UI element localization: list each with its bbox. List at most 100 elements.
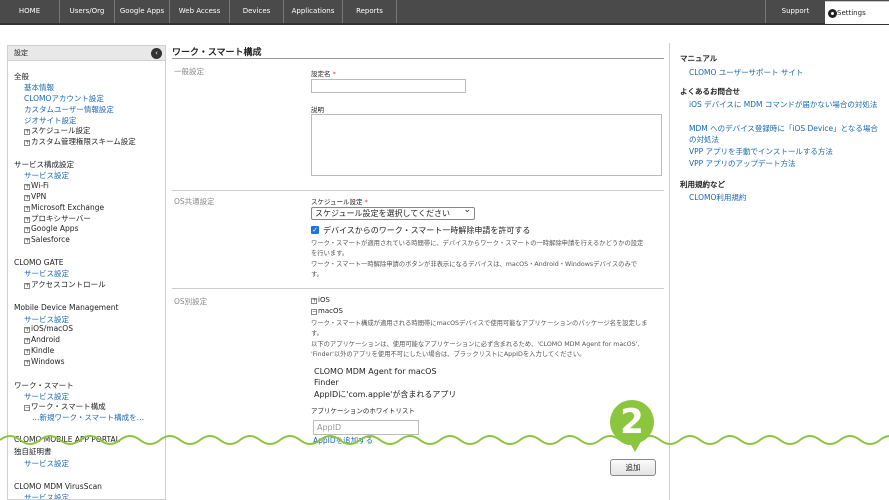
allow-desc-1: ワーク・スマートが適用されている時間帯に、デバイスからワーク・スマートの一時解除… xyxy=(311,240,644,247)
sidebar-group-general: 全般 xyxy=(14,72,29,81)
manual-heading: マニュアル xyxy=(680,54,718,63)
add-button[interactable]: 追加 xyxy=(610,459,656,476)
expand-icon: + xyxy=(24,205,31,212)
expand-icon: + xyxy=(24,337,31,344)
required-mark: * xyxy=(332,70,336,78)
section-divider xyxy=(172,190,664,191)
expand-icon: + xyxy=(24,139,31,146)
schedule-select[interactable]: スケジュール設定を選択してください xyxy=(311,205,475,220)
app-item: Finder xyxy=(314,378,339,387)
required-mark: * xyxy=(364,198,368,206)
app-item: AppIDに'com.apple'が含まれるアプリ xyxy=(314,390,457,399)
sidebar-group-virusscan: CLOMO MDM VirusScan xyxy=(14,482,102,491)
sidebar-header: 設定 xyxy=(8,46,165,61)
expand-icon: + xyxy=(24,237,31,244)
macos-desc-1: ワーク・スマート構成が適用される時間帯にmacOSデバイスで使用可能なアプリケー… xyxy=(311,320,648,327)
top-nav-bar: HOME Users/Org Google Apps Web Access De… xyxy=(0,0,889,25)
sidebar-item-portal-service[interactable]: サービス設定 xyxy=(24,458,69,469)
description-textarea[interactable] xyxy=(311,114,662,176)
collapse-icon: − xyxy=(311,308,318,315)
tree-ios[interactable]: +iOS xyxy=(311,296,330,304)
gear-icon xyxy=(828,9,837,18)
tab-settings[interactable]: Settings xyxy=(825,1,889,24)
faq-link-3[interactable]: VPP アプリを手動でインストールする方法 xyxy=(689,146,884,157)
app-item: CLOMO MDM Agent for macOS xyxy=(314,367,437,376)
sidebar-group-mdm: Mobile Device Management xyxy=(14,303,119,312)
nav-reports[interactable]: Reports xyxy=(343,0,397,23)
expand-icon: + xyxy=(24,216,31,223)
page-title: ワーク・スマート構成 xyxy=(172,48,262,58)
nav-applications[interactable]: Applications xyxy=(284,0,343,23)
sidebar-group-service-config: サービス構成設定 xyxy=(14,160,74,169)
title-divider xyxy=(172,58,664,59)
sidebar-tree-access-control[interactable]: +アクセスコントロール xyxy=(24,279,106,290)
expand-icon: + xyxy=(24,348,31,355)
sidebar-tree-windows[interactable]: +Windows xyxy=(24,357,64,366)
wave-divider xyxy=(0,435,889,445)
sidebar-tree-schedule[interactable]: +スケジュール設定 xyxy=(24,125,90,136)
expand-icon: + xyxy=(24,359,31,366)
collapse-icon: − xyxy=(24,404,31,411)
sidebar-item-basic-info[interactable]: 基本情報 xyxy=(24,82,54,93)
faq-link-1[interactable]: iOS デバイスに MDM コマンドが届かない場合の対処法 xyxy=(689,99,884,110)
section-os-common: OS共通設定 xyxy=(174,197,215,206)
nav-devices[interactable]: Devices xyxy=(230,0,284,23)
sidebar-tree-android[interactable]: +Android xyxy=(24,335,60,344)
terms-link[interactable]: CLOMO利用規約 xyxy=(689,192,884,203)
nav-support[interactable]: Support xyxy=(765,0,825,23)
macos-desc-3: 以下のアプリケーションは、使用可能なアプリケーションに必ず含まれるため、'CLO… xyxy=(311,341,640,348)
sidebar-item-gate-service[interactable]: サービス設定 xyxy=(24,268,69,279)
expand-icon: + xyxy=(24,128,31,135)
macos-desc-4: 'Finder'以外のアプリを使用不可にしたい場合は、ブラックリストにAppID… xyxy=(311,351,586,358)
whitelist-label: アプリケーションのホワイトリスト xyxy=(311,407,415,415)
nav-users-org[interactable]: Users/Org xyxy=(60,0,115,23)
desc-label: 説明 xyxy=(311,106,324,114)
faq-link-4[interactable]: VPP アプリのアップデート方法 xyxy=(689,158,884,169)
name-label: 設定名 * xyxy=(311,70,336,78)
allow-release-checkbox[interactable]: ✓ xyxy=(311,226,319,234)
sidebar-item-clomo-account[interactable]: CLOMOアカウント設定 xyxy=(24,93,104,104)
sidebar-item-service-settings[interactable]: サービス設定 xyxy=(24,170,69,181)
collapse-sidebar-icon[interactable]: ‹ xyxy=(151,48,162,59)
expand-icon: + xyxy=(24,226,31,233)
sidebar-tree-vpn[interactable]: +VPN xyxy=(24,192,46,201)
allow-release-label: デバイスからのワーク・スマート一時解除申請を許可する xyxy=(323,226,531,235)
sidebar-tree-custom-admin[interactable]: +カスタム管理権限スキーム設定 xyxy=(24,136,136,147)
nav-home[interactable]: HOME xyxy=(0,0,60,23)
nav-web-access[interactable]: Web Access xyxy=(170,0,230,23)
section-divider xyxy=(172,288,664,289)
tab-settings-label: Settings xyxy=(837,9,866,17)
expand-icon: + xyxy=(24,194,31,201)
expand-icon: + xyxy=(24,183,31,190)
macos-desc-2: す。 xyxy=(311,330,323,337)
sidebar-tree-proxy[interactable]: +プロキシサーバー xyxy=(24,213,91,224)
allow-desc-2: を行います。 xyxy=(311,250,349,257)
support-site-link[interactable]: CLOMO ユーザーサポート サイト xyxy=(689,67,884,78)
sidebar-tree-exchange[interactable]: +Microsoft Exchange xyxy=(24,203,104,212)
sidebar-tree-ios-macos[interactable]: +iOS/macOS xyxy=(24,324,73,333)
callout-badge: 2 xyxy=(610,400,654,444)
sidebar-tree-kindle[interactable]: +Kindle xyxy=(24,346,54,355)
expand-icon: + xyxy=(311,297,318,304)
sidebar-tree-wifi[interactable]: +Wi-Fi xyxy=(24,181,49,190)
expand-icon: + xyxy=(24,282,31,289)
name-input[interactable] xyxy=(311,79,466,93)
faq-link-2[interactable]: MDM へのデバイス登録時に「iOS Device」となる場合の対処法 xyxy=(689,123,884,145)
allow-desc-3: ワーク・スマート一時解除申請のボタンが非表示になるデバイスは、macOS・And… xyxy=(311,261,638,268)
tree-macos[interactable]: −macOS xyxy=(311,307,343,315)
sidebar-tree-salesforce[interactable]: +Salesforce xyxy=(24,235,70,244)
sidebar-item-custom-user-info[interactable]: カスタムユーザー情報設定 xyxy=(24,104,114,115)
section-general: 一般設定 xyxy=(174,67,204,76)
sidebar-tree-work-smart-config[interactable]: −ワーク・スマート構成 xyxy=(24,401,106,412)
sidebar-tree-google-apps[interactable]: +Google Apps xyxy=(24,224,78,233)
faq-heading: よくあるお問合せ xyxy=(680,87,740,96)
nav-google-apps[interactable]: Google Apps xyxy=(115,0,170,23)
sidebar-item-new-work-smart[interactable]: …新規ワーク・スマート構成を… xyxy=(32,412,144,423)
section-os-specific: OS別設定 xyxy=(174,297,208,306)
terms-heading: 利用規約など xyxy=(680,180,725,189)
allow-desc-4: す。 xyxy=(311,271,323,278)
sidebar-group-work-smart: ワーク・スマート xyxy=(14,381,74,390)
expand-icon: + xyxy=(24,326,31,333)
sidebar-item-virusscan-service[interactable]: サービス設定 xyxy=(24,492,69,499)
sidebar-group-clomo-gate: CLOMO GATE xyxy=(14,258,64,267)
